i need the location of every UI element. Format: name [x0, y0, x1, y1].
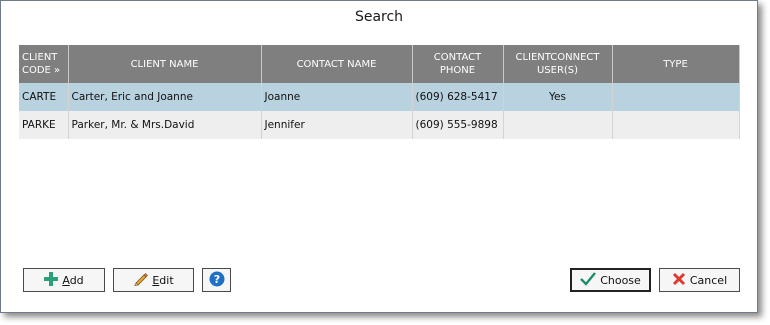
add-button-label: Add: [62, 273, 84, 287]
cell-contact-name: Jennifer: [261, 111, 413, 139]
cell-contact-phone: (609) 628-5417: [412, 83, 504, 111]
column-header-type[interactable]: TYPE: [612, 45, 740, 83]
cell-clientconnect-users: [503, 111, 613, 139]
cancel-button-label: Cancel: [689, 273, 728, 287]
plus-icon: [44, 271, 59, 289]
cancel-button[interactable]: Cancel: [659, 268, 740, 292]
checkmark-icon: [580, 271, 597, 289]
cell-contact-phone: (609) 555-9898: [412, 111, 504, 139]
table-row[interactable]: CARTE Carter, Eric and Joanne Joanne (60…: [19, 83, 740, 111]
column-header-client-name[interactable]: CLIENT NAME: [68, 45, 262, 83]
cell-client-code: CARTE: [19, 83, 69, 111]
pencil-icon: [133, 271, 149, 289]
add-button[interactable]: Add: [23, 268, 105, 292]
svg-text:?: ?: [213, 273, 219, 286]
cancel-x-icon: [672, 272, 686, 289]
table-row[interactable]: PARKE Parker, Mr. & Mrs.David Jennifer (…: [19, 111, 740, 139]
column-header-contact-phone[interactable]: CONTACT PHONE: [412, 45, 504, 83]
column-header-contact-name[interactable]: CONTACT NAME: [261, 45, 413, 83]
help-button[interactable]: ?: [202, 268, 231, 292]
cell-type: [612, 83, 740, 111]
choose-button[interactable]: Choose: [570, 268, 651, 292]
cell-client-code: PARKE: [19, 111, 69, 139]
edit-button-label: Edit: [152, 273, 174, 287]
search-dialog: Search CLIENT CODE » CLIENT NAME CONTACT…: [0, 0, 758, 313]
table-header-row: CLIENT CODE » CLIENT NAME CONTACT NAME C…: [19, 45, 740, 83]
cell-type: [612, 111, 740, 139]
choose-button-label: Choose: [600, 273, 641, 287]
cell-client-name: Carter, Eric and Joanne: [68, 83, 262, 111]
edit-button[interactable]: Edit: [113, 268, 194, 292]
help-icon: ?: [209, 271, 225, 290]
dialog-title: Search: [354, 9, 404, 25]
column-header-client-code[interactable]: CLIENT CODE »: [19, 45, 69, 83]
cell-clientconnect-users: Yes: [503, 83, 613, 111]
column-header-clientconnect-users[interactable]: CLIENTCONNECT USER(S): [503, 45, 613, 83]
cell-client-name: Parker, Mr. & Mrs.David: [68, 111, 262, 139]
results-table: CLIENT CODE » CLIENT NAME CONTACT NAME C…: [19, 45, 740, 139]
cell-contact-name: Joanne: [261, 83, 413, 111]
